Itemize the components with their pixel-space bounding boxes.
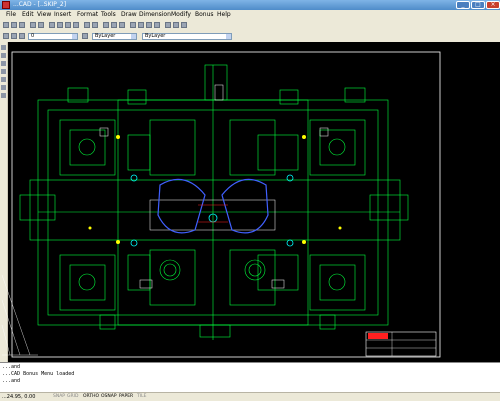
zoom-previous-icon[interactable]	[154, 22, 160, 28]
make-current-icon[interactable]	[82, 33, 88, 39]
command-history-line: ...and	[2, 364, 21, 370]
undo-icon[interactable]	[84, 22, 90, 28]
tile-toggle[interactable]: TILE	[136, 394, 147, 400]
zoom-window-icon[interactable]	[146, 22, 152, 28]
copy-icon[interactable]	[57, 22, 63, 28]
chevron-down-icon	[131, 34, 136, 39]
menu-draw[interactable]: Draw	[121, 11, 137, 19]
snap-toggle[interactable]: SNAP	[52, 394, 66, 400]
match-properties-icon[interactable]	[73, 22, 79, 28]
color-value: ByLayer	[95, 33, 116, 39]
print-icon[interactable]	[30, 22, 36, 28]
color-dropdown[interactable]: ByLayer	[92, 33, 137, 40]
menu-file[interactable]: File	[6, 11, 16, 19]
layer-dropdown[interactable]: 0	[28, 33, 78, 40]
menu-insert[interactable]: Insert	[54, 11, 71, 19]
menu-modify[interactable]: Modify	[171, 11, 191, 19]
menu-format[interactable]: Format	[77, 11, 98, 19]
properties-icon[interactable]	[165, 22, 171, 28]
command-prompt[interactable]: ...and	[2, 378, 20, 384]
save-icon[interactable]	[19, 22, 25, 28]
coordinate-readout: ...24.95, 0.00	[2, 394, 36, 400]
cad-drawing	[1, 51, 441, 358]
maximize-button[interactable]: □	[471, 1, 485, 9]
object-snap-icon[interactable]	[111, 22, 117, 28]
command-line[interactable]: ...and ...CAD Bonus Menu loaded ...and	[0, 362, 500, 393]
menu-dimension[interactable]: Dimension	[139, 11, 171, 19]
sun-icon[interactable]	[19, 33, 25, 39]
link-icon[interactable]	[103, 22, 109, 28]
zoom-realtime-icon[interactable]	[138, 22, 144, 28]
layers-icon[interactable]	[3, 33, 9, 39]
osnap-toggle[interactable]: OSNAP	[100, 394, 118, 400]
linetype-value: ByLayer	[145, 33, 166, 39]
design-center-icon[interactable]	[173, 22, 179, 28]
close-button[interactable]: ×	[486, 1, 500, 9]
chevron-down-icon	[226, 34, 231, 39]
linetype-dropdown[interactable]: ByLayer	[142, 33, 232, 40]
app-icon[interactable]	[2, 1, 10, 9]
preview-icon[interactable]	[38, 22, 44, 28]
menu-tools[interactable]: Tools	[101, 11, 116, 19]
menu-bonus[interactable]: Bonus	[195, 11, 214, 19]
menu-help[interactable]: Help	[217, 11, 231, 19]
pan-icon[interactable]	[130, 22, 136, 28]
menu-edit[interactable]: Edit	[22, 11, 34, 19]
chevron-down-icon	[72, 34, 77, 39]
new-file-icon[interactable]	[3, 22, 9, 28]
redo-icon[interactable]	[92, 22, 98, 28]
paper-toggle[interactable]: PAPER	[118, 394, 134, 400]
command-history-line: ...CAD Bonus Menu loaded	[2, 371, 75, 377]
window-title: ...CAD - [..SKIP_2]	[13, 1, 67, 8]
light-bulb-icon[interactable]	[11, 33, 17, 39]
ucs-icon[interactable]	[119, 22, 125, 28]
cut-icon[interactable]	[49, 22, 55, 28]
open-file-icon[interactable]	[11, 22, 17, 28]
grid-toggle[interactable]: GRID	[66, 394, 79, 400]
menu-view[interactable]: View	[37, 11, 51, 19]
paste-icon[interactable]	[65, 22, 71, 28]
minimize-button[interactable]: _	[456, 1, 470, 9]
ortho-toggle[interactable]: ORTHO	[82, 394, 100, 400]
help-icon[interactable]	[181, 22, 187, 28]
layer-value: 0	[31, 33, 35, 39]
